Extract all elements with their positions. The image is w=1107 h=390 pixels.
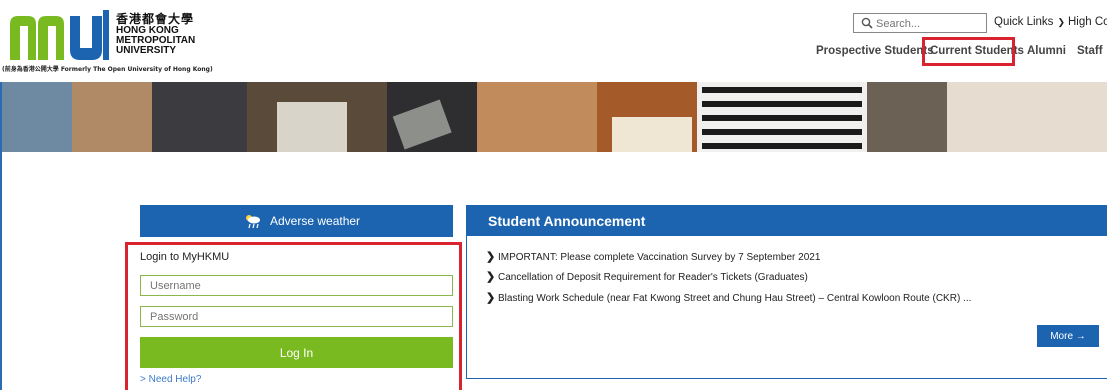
announcement-item[interactable]: ❯ IMPORTANT: Please complete Vaccination … bbox=[486, 250, 820, 263]
more-button[interactable]: More → bbox=[1037, 325, 1099, 347]
chevron-right-icon: ❯ bbox=[486, 292, 496, 304]
hkmu-logo[interactable] bbox=[8, 10, 110, 62]
search-box[interactable] bbox=[853, 13, 987, 33]
banner-students-image bbox=[2, 82, 1107, 152]
search-icon[interactable] bbox=[861, 17, 873, 29]
need-help-link[interactable]: > Need Help? bbox=[140, 374, 201, 385]
password-input[interactable] bbox=[140, 306, 453, 327]
login-title: Login to MyHKMU bbox=[140, 251, 230, 263]
search-input[interactable] bbox=[876, 16, 984, 31]
current-students-highlight bbox=[922, 37, 1015, 66]
student-announcement-panel: Student Announcement ❯ IMPORTANT: Please … bbox=[466, 205, 1107, 379]
chevron-down-icon: ❯ bbox=[1057, 17, 1065, 27]
nav-prospective-students[interactable]: Prospective Students bbox=[816, 45, 934, 57]
formerly-name: (前身為香港公開大學 Formerly The Open University … bbox=[2, 66, 213, 73]
hero-banner bbox=[2, 82, 1107, 152]
announcement-header: Student Announcement bbox=[467, 206, 1107, 236]
adverse-weather-label: Adverse weather bbox=[270, 214, 361, 228]
nav-staff[interactable]: Staff bbox=[1077, 45, 1103, 57]
high-contrast-link[interactable]: High Con bbox=[1068, 16, 1107, 28]
quick-links-dropdown[interactable]: Quick Links ❯ bbox=[994, 16, 1065, 28]
announcement-item-text: IMPORTANT: Please complete Vaccination S… bbox=[498, 252, 821, 263]
adverse-weather-button[interactable]: Adverse weather bbox=[140, 205, 453, 237]
site-header: 香港都會大學 HONG KONG METROPOLITAN UNIVERSITY… bbox=[0, 0, 1107, 82]
username-input[interactable] bbox=[140, 275, 453, 296]
announcement-item[interactable]: ❯ Cancellation of Deposit Requirement for… bbox=[486, 270, 808, 283]
quick-links-label: Quick Links bbox=[994, 16, 1054, 28]
chevron-right-icon: ❯ bbox=[486, 251, 496, 263]
login-button[interactable]: Log In bbox=[140, 337, 453, 368]
weather-rain-icon bbox=[246, 215, 260, 229]
announcement-title: Student Announcement bbox=[488, 213, 646, 229]
logo-english-line-3: UNIVERSITY bbox=[116, 45, 177, 56]
nav-alumni[interactable]: Alumni bbox=[1027, 45, 1066, 57]
chevron-right-icon: ❯ bbox=[486, 271, 496, 283]
announcement-item[interactable]: ❯ Blasting Work Schedule (near Fat Kwong … bbox=[486, 291, 971, 304]
logo-text: 香港都會大學 HONG KONG METROPOLITAN UNIVERSITY bbox=[116, 13, 195, 56]
announcement-item-text: Cancellation of Deposit Requirement for … bbox=[498, 272, 808, 283]
announcement-item-text: Blasting Work Schedule (near Fat Kwong S… bbox=[498, 293, 972, 304]
